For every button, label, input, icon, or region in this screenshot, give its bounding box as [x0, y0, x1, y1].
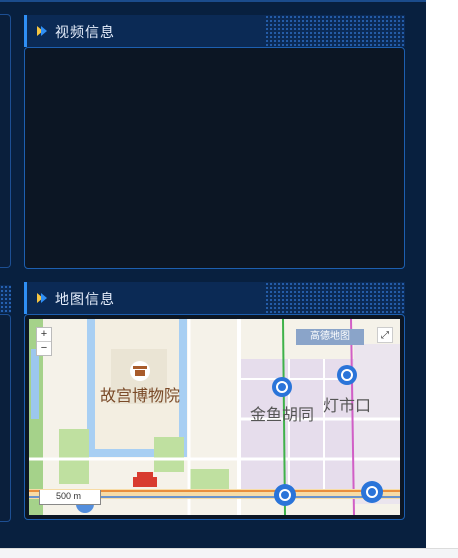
map-view[interactable]: 故宫博物院 金鱼胡同 灯市口 + − 高德地图 ⤢ 500 m	[29, 319, 400, 515]
map-attribution-badge: 高德地图	[296, 329, 364, 345]
zoom-out-button[interactable]: −	[37, 342, 51, 355]
top-divider	[0, 0, 426, 2]
map-container: 故宫博物院 金鱼胡同 灯市口 + − 高德地图 ⤢ 500 m	[24, 314, 405, 520]
map-label-jinyu: 金鱼胡同	[250, 405, 314, 424]
map-panel-title: 地图信息	[55, 291, 115, 307]
video-panel-header: 视频信息	[24, 15, 405, 47]
map-label-palace: 故宫博物院	[100, 386, 180, 405]
left-panel-header	[0, 285, 11, 313]
video-panel: 视频信息	[24, 15, 405, 269]
header-dot-pattern	[265, 282, 405, 314]
map-label-dengshi: 灯市口	[323, 396, 371, 415]
left-panel-upper	[0, 14, 11, 268]
left-panel-lower	[0, 314, 11, 522]
arrow-icon	[41, 26, 47, 36]
arrow-icon	[41, 293, 47, 303]
scale-label: 500 m	[56, 491, 82, 501]
zoom-in-button[interactable]: +	[37, 328, 51, 342]
map-canvas[interactable]: 故宫博物院 金鱼胡同 灯市口	[29, 319, 400, 515]
header-dot-pattern	[265, 15, 405, 47]
map-panel: 地图信息 故宫博物院 金鱼胡同 灯市口 + − 高德地图 ⤢ 500 m	[24, 282, 405, 520]
video-player-area[interactable]	[24, 47, 405, 269]
scale-bar: 500 m	[39, 490, 101, 505]
zoom-control: + −	[36, 327, 52, 356]
map-panel-header: 地图信息	[24, 282, 405, 314]
fullscreen-button[interactable]: ⤢	[377, 327, 393, 343]
video-panel-title: 视频信息	[55, 24, 115, 40]
